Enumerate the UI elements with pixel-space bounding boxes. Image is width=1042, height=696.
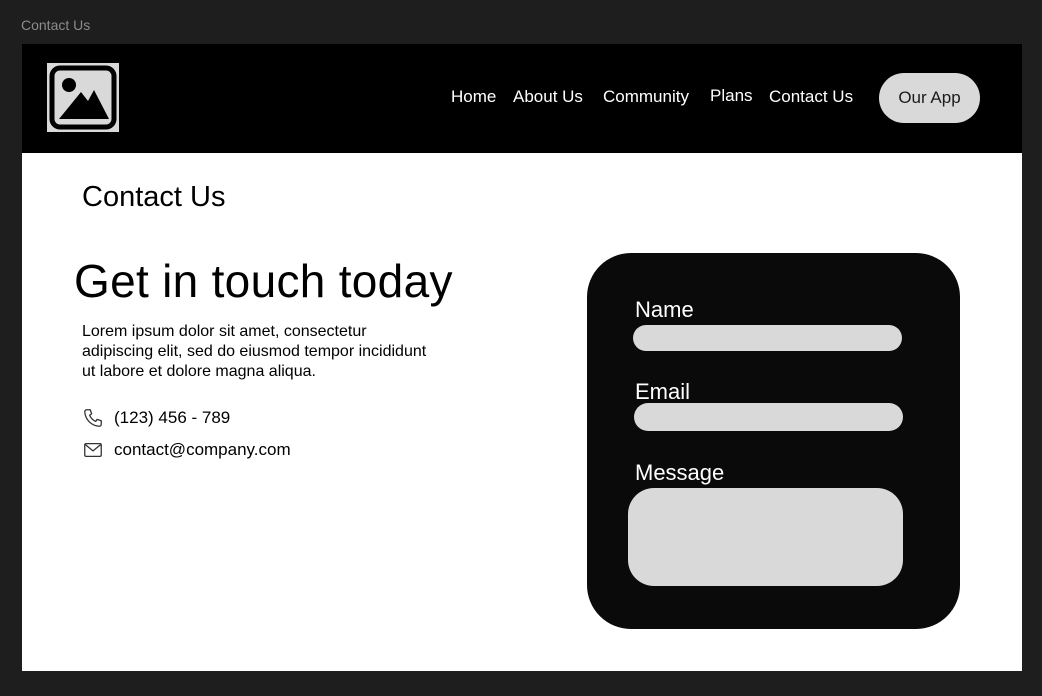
message-label: Message (635, 460, 725, 485)
contact-page-frame: Home About Us Community Plans Contact Us… (22, 44, 1022, 671)
email-address[interactable]: contact@company.com (114, 440, 291, 460)
phone-number: (123) 456 - 789 (114, 408, 231, 427)
name-field[interactable] (633, 325, 902, 351)
top-navbar: Home About Us Community Plans Contact Us… (22, 44, 1022, 153)
page-title: Contact Us (82, 181, 226, 213)
mail-icon (84, 442, 102, 458)
email-field[interactable] (634, 403, 903, 431)
nav-link-contact-us[interactable]: Contact Us (769, 87, 853, 107)
our-app-button[interactable]: Our App (879, 73, 980, 123)
name-label: Name (635, 297, 694, 322)
frame-label: Contact Us (21, 17, 91, 33)
phone-icon (84, 409, 102, 427)
email-label: Email (635, 379, 691, 404)
nav-link-plans[interactable]: Plans (710, 86, 753, 106)
email-row: contact@company.com (82, 438, 291, 462)
nav-link-about-us[interactable]: About Us (513, 87, 583, 107)
headline: Get in touch today (74, 255, 453, 307)
nav-link-home[interactable]: Home (451, 87, 496, 107)
message-field[interactable] (628, 488, 903, 586)
nav-link-community[interactable]: Community (603, 87, 689, 107)
nav-links: Home About Us Community Plans Contact Us (22, 44, 1022, 153)
contact-form: Name Email Message (587, 253, 960, 629)
intro-text: Lorem ipsum dolor sit amet, consectetur … (82, 323, 427, 380)
phone-row: (123) 456 - 789 (82, 406, 230, 430)
